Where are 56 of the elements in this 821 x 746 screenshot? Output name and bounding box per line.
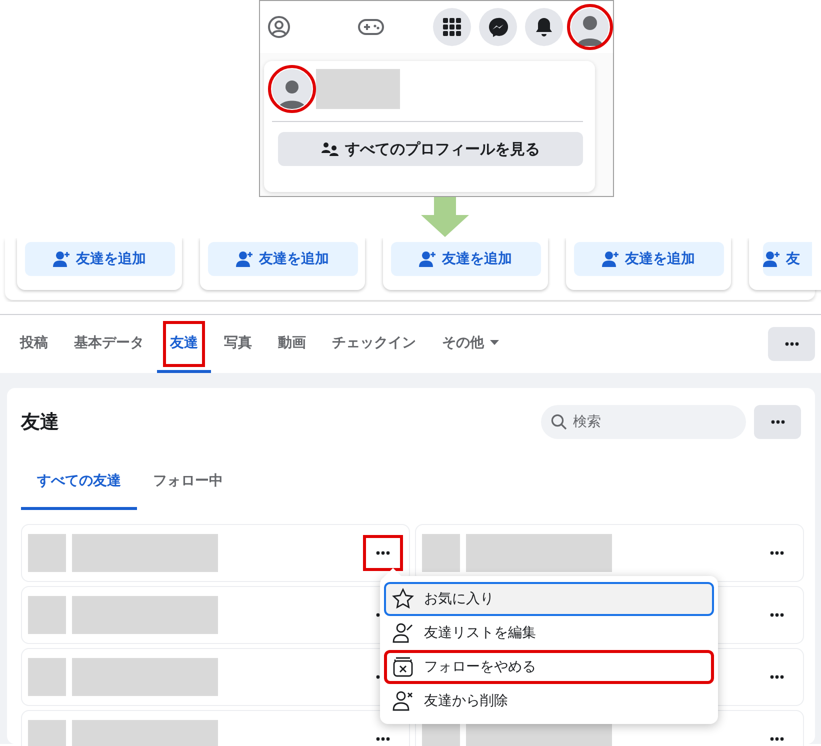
profile-tab[interactable]: その他 — [429, 315, 512, 373]
more-icon — [376, 551, 390, 555]
profile-tab[interactable]: 友達 — [157, 315, 211, 373]
add-friend-button[interactable]: 友達を追加 — [208, 242, 358, 276]
profile-tab[interactable]: 写真 — [211, 315, 265, 373]
menu-item[interactable]: フォローをやめる — [384, 650, 714, 684]
add-friend-icon — [763, 251, 781, 267]
friends-title: 友達 — [21, 410, 60, 435]
menu-item[interactable]: お気に入り — [384, 582, 714, 616]
caret-icon — [490, 340, 499, 345]
redacted-photo — [422, 534, 460, 572]
more-icon — [770, 613, 784, 617]
menu-button[interactable] — [433, 8, 471, 46]
more-icon — [770, 675, 784, 679]
more-icon — [770, 551, 784, 555]
grid-menu-icon — [443, 18, 461, 36]
menu-item[interactable]: 友達から削除 — [384, 684, 714, 718]
more-icon — [376, 737, 390, 741]
messenger-button[interactable] — [479, 8, 517, 46]
add-friend-button[interactable]: 友 — [763, 242, 812, 276]
profile-circle-icon — [267, 15, 291, 39]
messenger-icon — [488, 17, 508, 37]
gamepad-icon — [358, 18, 384, 36]
redacted-photo — [28, 596, 66, 634]
account-button[interactable] — [571, 8, 609, 46]
add-friend-icon — [236, 251, 254, 267]
add-friend-icon — [53, 251, 71, 267]
profile-avatar[interactable] — [272, 69, 312, 109]
add-friend-button[interactable]: 友達を追加 — [390, 242, 540, 276]
profiles-button[interactable] — [266, 14, 292, 40]
profile-tab[interactable]: 動画 — [265, 315, 319, 373]
person-x-icon — [392, 690, 414, 712]
people-switch-icon — [321, 141, 339, 157]
profile-tab[interactable]: チェックイン — [319, 315, 429, 373]
friends-tab[interactable]: フォロー中 — [137, 454, 239, 510]
notifications-button[interactable] — [525, 8, 563, 46]
more-icon — [770, 420, 784, 424]
star-icon — [392, 588, 414, 610]
see-all-profiles-button[interactable]: すべてのプロフィールを見る — [278, 132, 583, 166]
redacted-photo — [28, 658, 66, 696]
redacted-photo — [28, 534, 66, 572]
down-arrow-icon — [420, 197, 470, 237]
add-friend-icon — [602, 251, 620, 267]
person-pencil-icon — [392, 622, 414, 644]
add-friend-button[interactable]: 友達を追加 — [574, 242, 724, 276]
friends-tab[interactable]: すべての友達 — [21, 454, 137, 510]
more-icon — [770, 737, 784, 741]
bell-icon — [535, 17, 553, 37]
profile-tab[interactable]: 投稿 — [7, 315, 61, 373]
search-field[interactable]: 検索 — [541, 405, 746, 439]
more-icon — [784, 342, 798, 346]
box-x-icon — [392, 656, 414, 678]
add-friend-button[interactable]: 友達を追加 — [24, 242, 174, 276]
profile-tab[interactable]: 基本データ — [61, 315, 157, 373]
add-friend-icon — [419, 251, 437, 267]
menu-item[interactable]: 友達リストを編集 — [384, 616, 714, 650]
